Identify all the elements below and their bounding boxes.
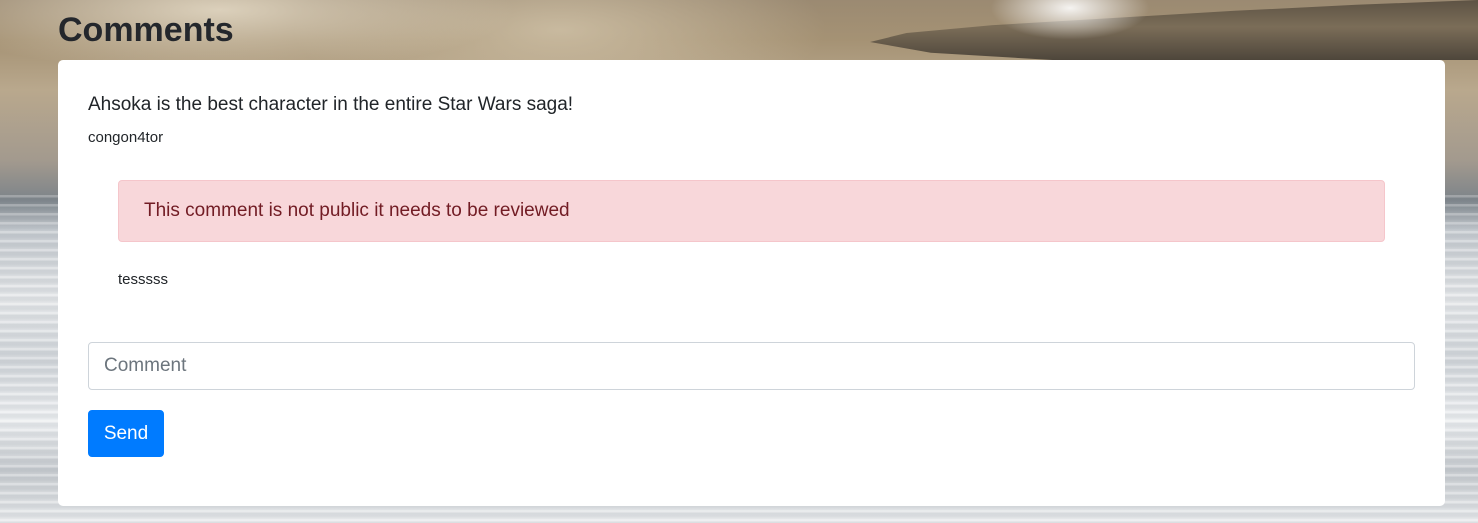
comment-input[interactable] xyxy=(88,342,1415,390)
background-light-glare xyxy=(990,0,1150,40)
send-button[interactable]: Send xyxy=(88,410,164,457)
comment-text: Ahsoka is the best character in the enti… xyxy=(88,94,574,115)
page-title: Comments xyxy=(58,11,234,49)
review-alert: This comment is not public it needs to b… xyxy=(118,180,1385,242)
comment-author: congon4tor xyxy=(88,129,164,146)
comments-card: Ahsoka is the best character in the enti… xyxy=(58,60,1445,506)
reply-text: tesssss xyxy=(118,271,169,288)
background-starship-image xyxy=(870,0,1478,60)
